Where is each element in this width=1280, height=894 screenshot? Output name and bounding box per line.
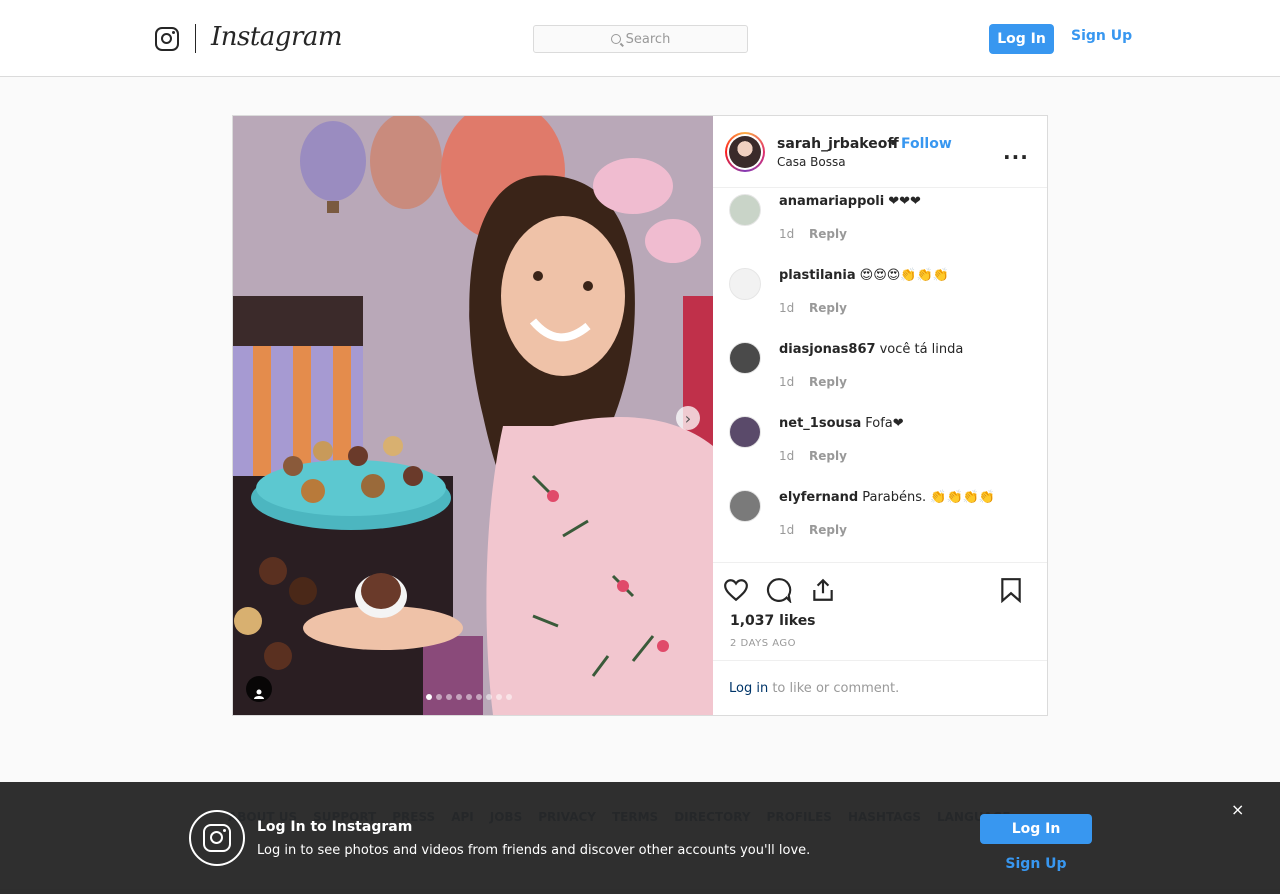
separator-bullet: • [889,136,898,152]
signup-link[interactable]: Sign Up [1071,28,1132,44]
comments-list: anamariappoli ❤❤❤ 1d Reply plastilania 😍😍😍👏👏👏… [713,188,1047,562]
commenter-username[interactable]: anamariappoli [779,194,884,209]
banner-signup-link[interactable]: Sign Up [980,856,1092,872]
comment-text: você tá linda [879,342,964,357]
login-link[interactable]: Log in [729,681,768,696]
comment-age[interactable]: 1d [779,449,794,463]
comment-item: diasjonas867 você tá linda 1d Reply [729,336,1039,396]
comment-text: ❤❤❤ [888,194,921,209]
post-photo-illustration [233,116,713,715]
carousel-dot[interactable] [476,694,482,700]
post-timestamp[interactable]: 2 DAYS AGO [730,638,796,649]
top-navbar: Instagram Search Log In Sign Up [0,0,1280,77]
reply-button[interactable]: Reply [809,375,847,389]
author-avatar[interactable] [725,132,765,172]
logo-divider [195,24,196,53]
user-tag-icon[interactable] [246,676,272,702]
author-username[interactable]: sarah_jrbakeoff [777,136,899,152]
comment-text: 😍😍😍👏👏👏 [859,268,949,283]
commenter-username[interactable]: elyfernand [779,490,858,505]
instagram-wordmark[interactable]: Instagram [211,22,343,52]
login-to-comment-row: Log in to like or comment. [713,660,1047,715]
comment-item: elyfernand Parabéns. 👏👏👏👏 1d Reply [729,484,1039,544]
commenter-avatar[interactable] [729,194,761,226]
carousel-dot[interactable] [506,694,512,700]
share-upload-icon[interactable] [810,577,836,607]
comment-text: Parabéns. 👏👏👏👏 [862,490,996,505]
carousel-dot[interactable] [446,694,452,700]
post-side-panel: sarah_jrbakeoff • Follow Casa Bossa ... … [713,116,1047,715]
comment-age[interactable]: 1d [779,523,794,537]
comment-age[interactable]: 1d [779,227,794,241]
instagram-camera-icon[interactable] [155,27,179,51]
carousel-dot[interactable] [466,694,472,700]
reply-button[interactable]: Reply [809,227,847,241]
post-photo[interactable]: › [233,116,713,715]
commenter-avatar[interactable] [729,490,761,522]
carousel-dot[interactable] [456,694,462,700]
follow-button[interactable]: Follow [901,136,952,152]
carousel-dots [426,694,512,700]
post-card: › sarah_jrbakeoff • Follow Casa Bossa ..… [232,115,1048,716]
post-actions: 1,037 likes 2 DAYS AGO [713,562,1047,660]
reply-button[interactable]: Reply [809,449,847,463]
login-banner: Log In to Instagram Log in to see photos… [0,782,1280,894]
likes-count[interactable]: 1,037 likes [730,613,816,629]
carousel-dot[interactable] [426,694,432,700]
login-button[interactable]: Log In [989,24,1054,54]
search-placeholder: Search [625,31,671,47]
carousel-dot[interactable] [486,694,492,700]
close-icon[interactable]: × [1231,800,1244,819]
carousel-dot[interactable] [496,694,502,700]
banner-login-button[interactable]: Log In [980,814,1092,844]
commenter-avatar[interactable] [729,342,761,374]
instagram-logo-icon [189,810,245,866]
post-location[interactable]: Casa Bossa [777,155,846,169]
comment-text: Fofa❤ [865,416,904,431]
banner-subtitle: Log in to see photos and videos from fri… [257,843,811,858]
more-options-icon[interactable]: ... [1003,140,1029,164]
banner-title: Log In to Instagram [257,819,413,835]
post-header: sarah_jrbakeoff • Follow Casa Bossa ... [713,116,1047,188]
commenter-username[interactable]: diasjonas867 [779,342,876,357]
comment-age[interactable]: 1d [779,301,794,315]
commenter-username[interactable]: plastilania [779,268,856,283]
commenter-username[interactable]: net_1sousa [779,416,861,431]
comment-bubble-icon[interactable] [766,577,792,607]
comment-item: plastilania 😍😍😍👏👏👏 1d Reply [729,262,1039,322]
reply-button[interactable]: Reply [809,301,847,315]
carousel-dot[interactable] [436,694,442,700]
reply-button[interactable]: Reply [809,523,847,537]
like-heart-icon[interactable] [723,577,749,607]
bookmark-icon[interactable] [999,577,1023,607]
carousel-next-button[interactable]: › [676,406,700,430]
comment-item: net_1sousa Fofa❤ 1d Reply [729,410,1039,470]
search-icon [610,34,621,44]
commenter-avatar[interactable] [729,416,761,448]
commenter-avatar[interactable] [729,268,761,300]
comment-item: anamariappoli ❤❤❤ 1d Reply [729,188,1039,248]
comment-age[interactable]: 1d [779,375,794,389]
login-prompt-text: to like or comment. [768,681,900,696]
search-input[interactable]: Search [533,25,748,53]
